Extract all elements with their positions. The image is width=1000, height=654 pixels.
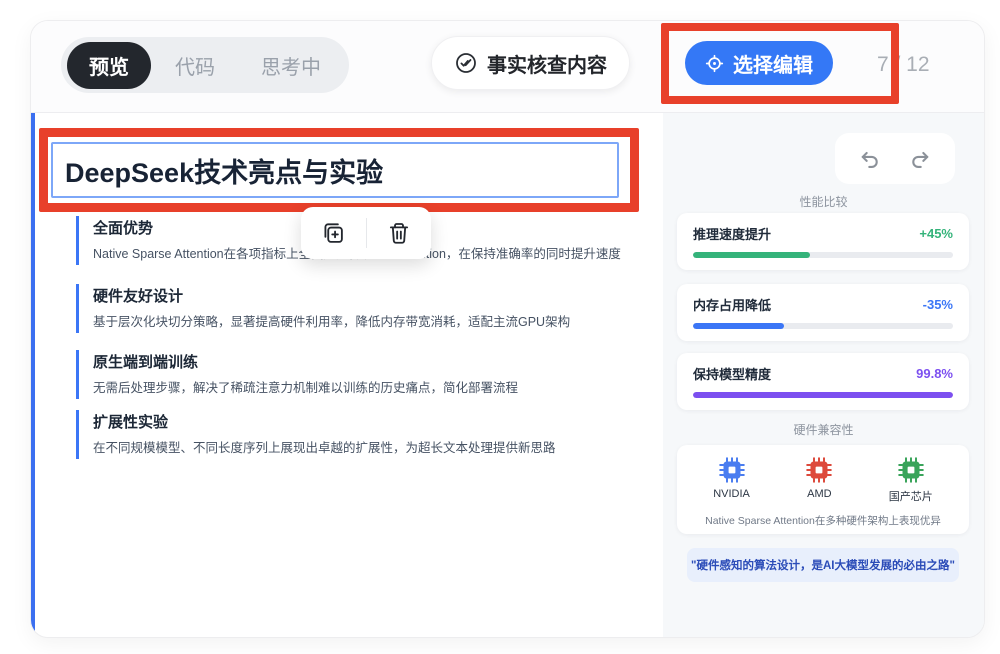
feature-section-training[interactable]: 原生端到端训练 无需后处理步骤，解决了稀疏注意力机制难以训练的历史痛点，简化部署… — [76, 350, 641, 399]
chip-label: NVIDIA — [713, 488, 750, 500]
section-body: 基于层次化块切分策略，显著提高硬件利用率，降低内存带宽消耗，适配主流GPU架构 — [93, 314, 641, 331]
section-body: 无需后处理步骤，解决了稀疏注意力机制难以训练的历史痛点，简化部署流程 — [93, 380, 641, 397]
fact-check-icon — [454, 51, 478, 75]
chip-label: AMD — [807, 488, 831, 500]
duplicate-button[interactable] — [313, 213, 353, 253]
chip-amd: AMD — [806, 457, 832, 504]
quote-banner: "硬件感知的算法设计，是AI大模型发展的必由之路" — [687, 548, 959, 582]
section-heading: 硬件友好设计 — [93, 285, 641, 306]
section-body: 在不同规模模型、不同长度序列上展现出卓越的扩展性，为超长文本处理提供新思路 — [93, 440, 641, 457]
undo-redo-group — [835, 133, 955, 184]
section-heading: 扩展性实验 — [93, 411, 641, 432]
metric-value: -35% — [923, 297, 953, 312]
undo-button[interactable] — [858, 147, 881, 170]
view-tab-group: 预览 代码 思考中 — [61, 37, 349, 93]
tab-thinking[interactable]: 思考中 — [239, 42, 343, 89]
editor-card: 预览 代码 思考中 事实核查内容 选择编辑 — [30, 20, 985, 638]
delete-button[interactable] — [379, 213, 419, 253]
metric-card-speed: 推理速度提升 +45% — [677, 213, 969, 270]
metric-value: +45% — [919, 226, 953, 241]
hardware-caption: Native Sparse Attention在多种硬件架构上表现优异 — [685, 513, 961, 528]
element-toolbar — [301, 207, 431, 259]
tab-code[interactable]: 代码 — [153, 42, 237, 89]
metric-value: 99.8% — [916, 366, 953, 381]
select-edit-label: 选择编辑 — [733, 49, 813, 78]
select-edit-button[interactable]: 选择编辑 — [685, 41, 833, 85]
progress-bar — [693, 392, 953, 398]
feature-section-scalability[interactable]: 扩展性实验 在不同规模模型、不同长度序列上展现出卓越的扩展性，为超长文本处理提供… — [76, 410, 641, 459]
chip-domestic: 国产芯片 — [889, 457, 933, 504]
performance-section-title: 性能比较 — [663, 193, 984, 210]
fact-check-button[interactable]: 事实核查内容 — [431, 36, 630, 90]
toolbar-divider — [366, 218, 367, 248]
chip-icon — [806, 457, 832, 483]
chip-nvidia: NVIDIA — [713, 457, 750, 504]
page-indicator: 7 / 12 — [877, 53, 930, 77]
chip-icon — [719, 457, 745, 483]
section-heading: 原生端到端训练 — [93, 351, 641, 372]
slide-accent-line — [31, 113, 35, 637]
metric-card-accuracy: 保持模型精度 99.8% — [677, 353, 969, 410]
chip-icon — [898, 457, 924, 483]
metric-label: 内存占用降低 — [693, 295, 771, 314]
metric-card-memory: 内存占用降低 -35% — [677, 284, 969, 341]
chip-label: 国产芯片 — [889, 488, 933, 504]
slide-title-input[interactable] — [51, 142, 619, 198]
hardware-compat-card: NVIDIA AMD — [677, 445, 969, 534]
feature-section-hardware[interactable]: 硬件友好设计 基于层次化块切分策略，显著提高硬件利用率，降低内存带宽消耗，适配主… — [76, 284, 641, 333]
fact-check-label: 事实核查内容 — [487, 49, 607, 78]
metric-label: 推理速度提升 — [693, 224, 771, 243]
header-bar: 预览 代码 思考中 事实核查内容 选择编辑 — [31, 21, 984, 113]
tab-preview[interactable]: 预览 — [67, 42, 151, 89]
progress-bar — [693, 323, 953, 329]
metric-label: 保持模型精度 — [693, 364, 771, 383]
crosshair-icon — [705, 54, 724, 73]
progress-bar — [693, 252, 953, 258]
hardware-section-title: 硬件兼容性 — [663, 421, 984, 438]
slide-sidebar: 性能比较 推理速度提升 +45% 内存占用降低 -35% 保持模型精度 99.8… — [663, 113, 984, 637]
redo-button[interactable] — [909, 147, 932, 170]
